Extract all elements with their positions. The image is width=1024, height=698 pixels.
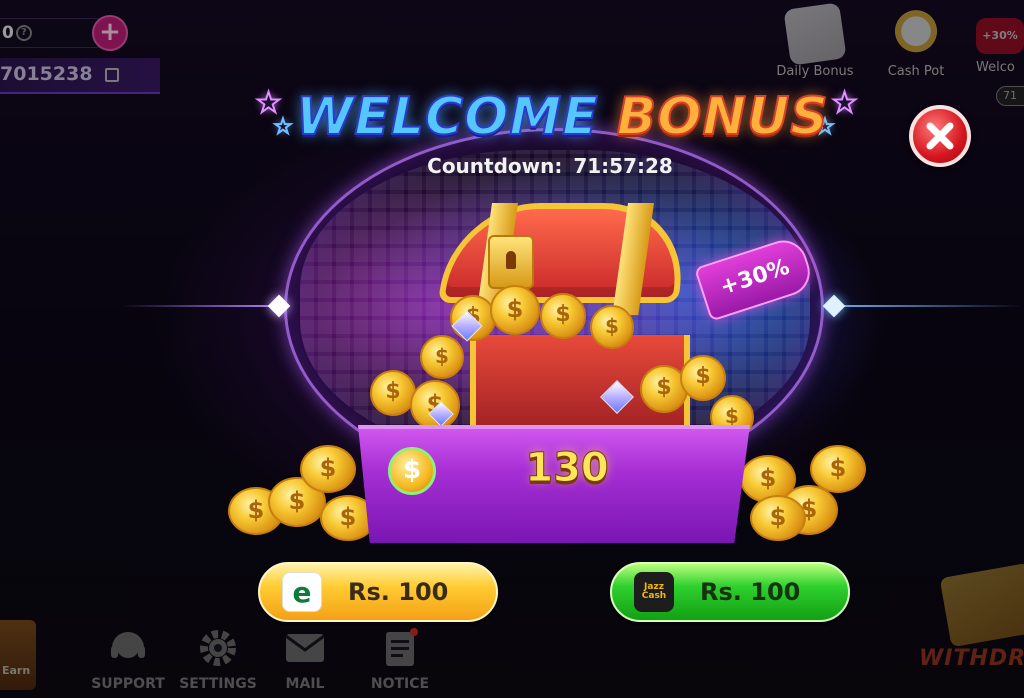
coin-icon: $ [388,447,436,495]
countdown-value: 71:57:28 [573,154,673,178]
title-welcome: WELCOME [295,86,599,148]
jazzcash-logo-icon: Jazz Cash [634,572,674,612]
easypaisa-pay-button[interactable]: e Rs. 100 [258,562,498,622]
countdown-label: Countdown: [427,154,563,178]
jazzcash-pay-button[interactable]: Jazz Cash Rs. 100 [610,562,850,622]
chest-lid [437,203,693,315]
easypaisa-logo-icon: e [282,572,322,612]
modal-title: WELCOME BONUS [295,82,829,152]
countdown-timer: Countdown: 71:57:28 [410,154,690,184]
star-icon: ★ [273,113,293,139]
close-button[interactable] [909,105,971,167]
star-icon: ★ [831,85,858,120]
lock-icon [488,235,534,289]
close-icon [926,122,954,150]
coin-amount: 130 [525,445,610,492]
jazzcash-price-label: Rs. 100 [700,578,801,606]
title-bonus: BONUS [616,86,829,148]
welcome-bonus-modal: ★ ★ ★ ★ WELCOME BONUS Countdown: 71:57:28… [0,0,1024,698]
easypaisa-price-label: Rs. 100 [348,578,449,606]
treasure-chest-illustration: $ 130 [220,195,880,555]
